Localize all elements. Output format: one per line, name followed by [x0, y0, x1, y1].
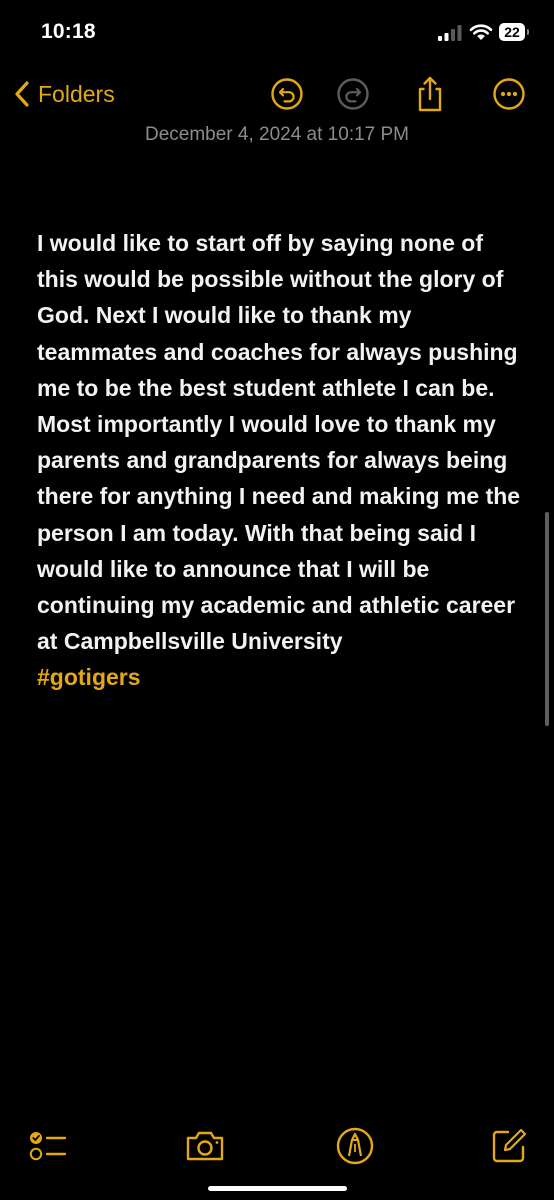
battery-indicator: 22 — [499, 23, 529, 41]
scroll-indicator[interactable] — [545, 512, 549, 726]
back-button-label: Folders — [38, 80, 115, 107]
hashtag-link[interactable]: #gotigers — [37, 664, 141, 690]
share-button[interactable] — [412, 76, 448, 112]
note-date: December 4, 2024 at 10:17 PM — [144, 124, 410, 145]
camera-icon — [186, 1131, 224, 1161]
checklist-button[interactable] — [26, 1124, 70, 1168]
bottom-toolbar — [0, 1120, 554, 1180]
undo-icon — [271, 78, 303, 110]
compose-button[interactable] — [487, 1124, 531, 1168]
chevron-left-icon — [15, 81, 29, 107]
markup-icon — [336, 1127, 374, 1165]
more-icon — [493, 78, 525, 110]
status-time: 10:18 — [41, 20, 96, 43]
home-indicator[interactable] — [208, 1186, 347, 1191]
redo-button[interactable] — [335, 76, 371, 112]
redo-icon — [337, 78, 369, 110]
camera-button[interactable] — [183, 1124, 227, 1168]
note-body-text: I would like to start off by saying none… — [37, 230, 521, 655]
compose-icon — [492, 1128, 527, 1163]
undo-button[interactable] — [269, 76, 305, 112]
back-button[interactable]: Folders — [14, 76, 115, 112]
status-bar: 10:18 22 — [0, 0, 554, 64]
note-content[interactable]: I would like to start off by saying none… — [37, 225, 527, 696]
more-button[interactable] — [491, 76, 527, 112]
share-icon — [418, 76, 442, 112]
cellular-signal-icon — [438, 25, 462, 41]
wifi-icon — [469, 24, 493, 40]
markup-button[interactable] — [333, 1124, 377, 1168]
navigation-bar: Folders — [0, 70, 554, 120]
checklist-icon — [29, 1132, 67, 1161]
